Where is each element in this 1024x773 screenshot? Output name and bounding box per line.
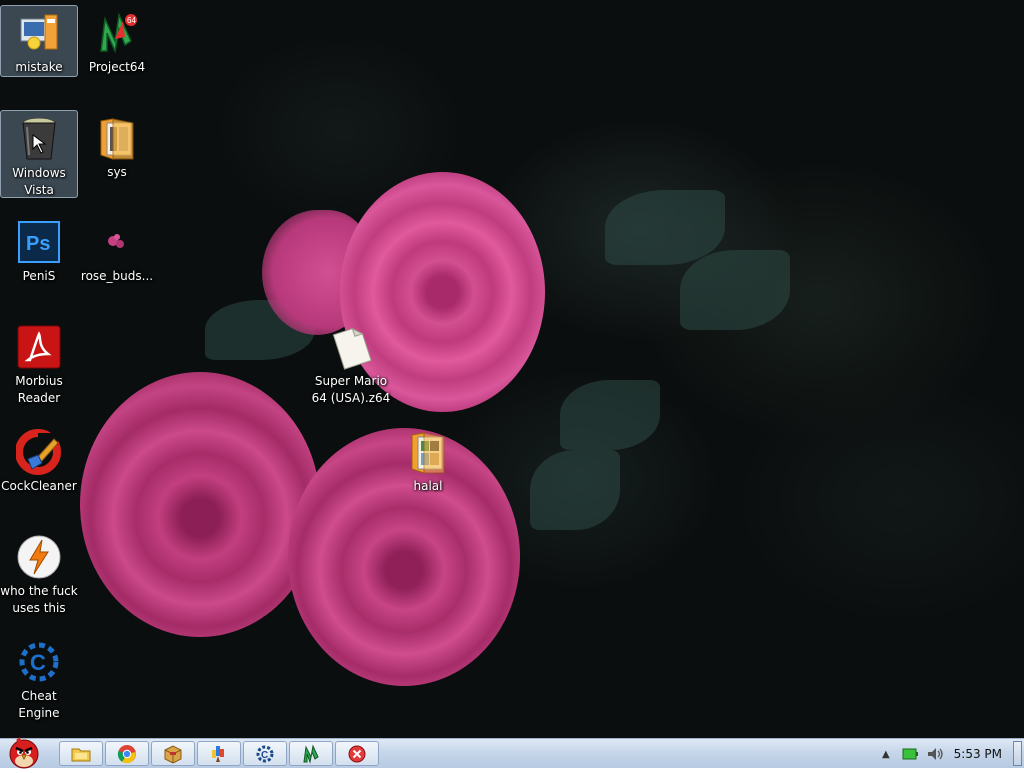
show-hidden-icons-chevron-up-icon[interactable]: ▲: [882, 749, 890, 760]
folder-icon: [93, 114, 141, 162]
system-tray: ▲ 5:53 PM: [882, 739, 1024, 769]
taskbar: C ▲ 5:53 PM: [0, 737, 1024, 769]
desktop[interactable]: mistake 64 Project64 Windows Vista sys P…: [0, 0, 1024, 738]
desktop-icon-super-mario-64[interactable]: Super Mario 64 (USA).z64: [311, 319, 391, 407]
cheat-engine-icon: C: [15, 638, 63, 686]
chrome-icon: [117, 744, 136, 763]
desktop-icon-cheat-engine[interactable]: C Cheat Engine: [0, 634, 78, 722]
volume-icon[interactable]: [926, 746, 944, 762]
image-thumbnail-icon: [93, 218, 141, 266]
desktop-icon-label: CockCleaner: [1, 479, 77, 493]
close-app-icon: [348, 745, 366, 762]
desktop-icon-who-uses-this[interactable]: who the fuck uses this: [0, 529, 78, 617]
project64-icon: 64: [93, 9, 141, 57]
wallpaper-leaf: [605, 190, 725, 265]
desktop-icon-rose-buds[interactable]: rose_buds...: [78, 214, 156, 285]
desktop-icon-label: who the fuck uses this: [0, 584, 78, 615]
taskbar-chrome-button[interactable]: [105, 741, 149, 766]
paint-icon: [212, 745, 224, 762]
package-icon: [164, 744, 182, 764]
svg-text:C: C: [30, 650, 46, 675]
taskbar-explorer-button[interactable]: [59, 741, 103, 766]
desktop-icon-windows-vista[interactable]: Windows Vista: [0, 110, 78, 198]
desktop-icon-cockcleaner[interactable]: CockCleaner: [0, 424, 78, 495]
desktop-icon-label: halal: [413, 479, 443, 493]
desktop-icon-penis[interactable]: Ps PeniS: [0, 214, 78, 285]
desktop-icon-morbius-reader[interactable]: Morbius Reader: [0, 319, 78, 407]
svg-text:Ps: Ps: [26, 233, 50, 255]
file-icon: [327, 323, 375, 371]
desktop-icon-mistake[interactable]: mistake: [0, 5, 78, 77]
ccleaner-icon: [15, 428, 63, 476]
taskbar-project64-button[interactable]: [289, 741, 333, 766]
project64-icon: [303, 743, 319, 764]
show-desktop-button[interactable]: [1013, 741, 1022, 766]
folder-icon: [404, 428, 452, 476]
desktop-icon-label: rose_buds...: [80, 269, 154, 283]
photoshop-icon: Ps: [15, 218, 63, 266]
desktop-icon-label: Super Mario 64 (USA).z64: [311, 374, 391, 405]
monitor-folder-icon: [15, 10, 63, 57]
desktop-icon-project64[interactable]: 64 Project64: [78, 5, 156, 76]
taskbar-close-app-button[interactable]: [335, 741, 379, 766]
winamp-icon: [15, 533, 63, 581]
taskbar-package-button[interactable]: [151, 741, 195, 766]
taskbar-clock[interactable]: 5:53 PM: [954, 747, 1002, 761]
wallpaper-leaf: [680, 250, 790, 330]
desktop-icon-label: Cheat Engine: [18, 689, 60, 720]
desktop-icon-label: Morbius Reader: [15, 374, 63, 405]
wallpaper-rose: [80, 372, 320, 637]
desktop-icon-label: sys: [107, 165, 127, 179]
svg-text:64: 64: [127, 16, 136, 25]
desktop-icon-label: Project64: [88, 60, 146, 74]
angry-bird-icon: [9, 737, 39, 769]
taskbar-paint-button[interactable]: [197, 741, 241, 766]
desktop-icon-sys[interactable]: sys: [78, 110, 156, 181]
desktop-icon-halal[interactable]: halal: [389, 424, 467, 495]
explorer-icon: [71, 748, 91, 761]
cheat-engine-icon: C: [256, 745, 274, 762]
desktop-icon-label: Windows Vista: [12, 166, 66, 197]
battery-icon[interactable]: [902, 747, 918, 761]
desktop-icon-label: PeniS: [22, 269, 56, 283]
start-button[interactable]: [2, 733, 48, 769]
adobe-reader-icon: [15, 323, 63, 371]
svg-text:C: C: [261, 750, 268, 761]
recycle-bin-icon: [15, 115, 63, 163]
desktop-icon-label: mistake: [15, 60, 63, 74]
wallpaper-leaf: [530, 450, 620, 530]
wallpaper-leaf: [560, 380, 660, 450]
taskbar-cheat-engine-button[interactable]: C: [243, 741, 287, 766]
